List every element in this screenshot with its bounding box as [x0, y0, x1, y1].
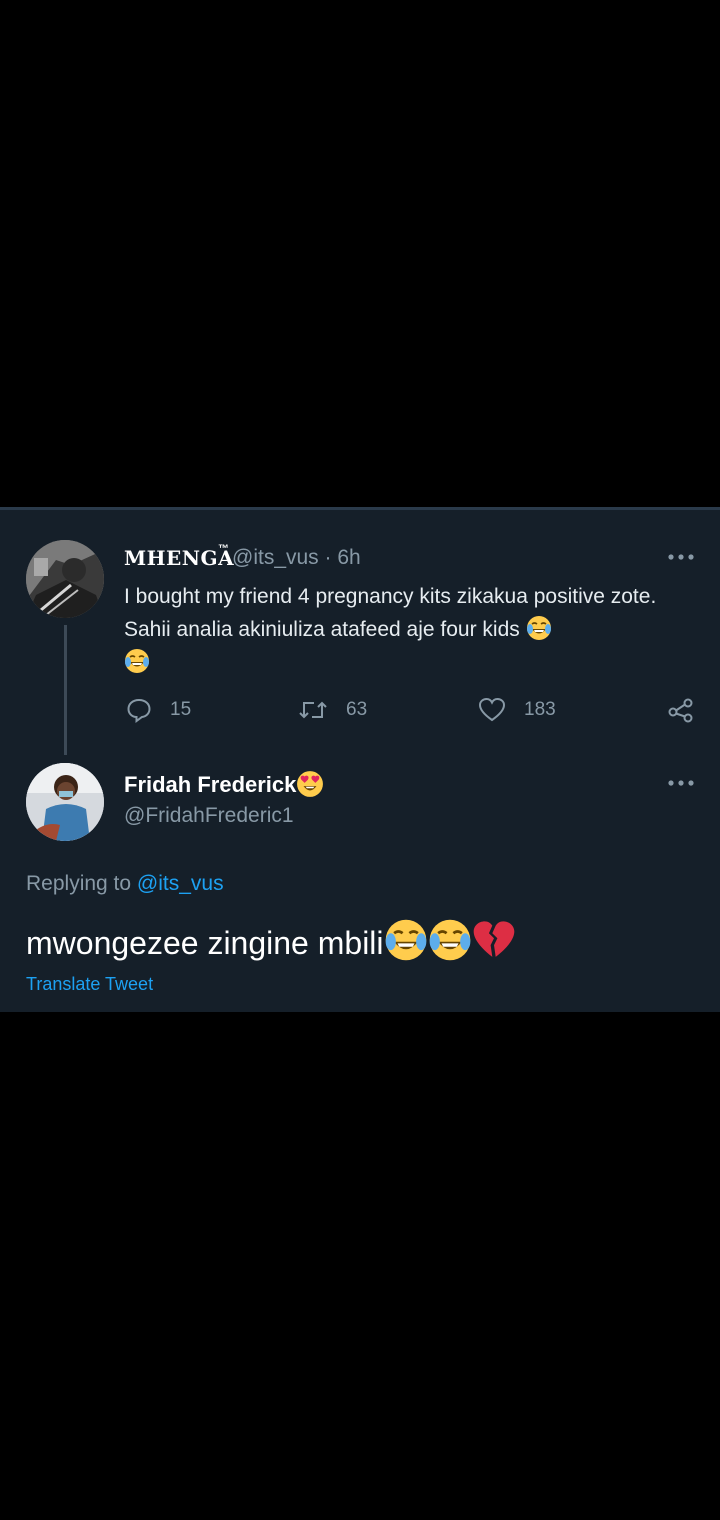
share-icon	[668, 698, 693, 723]
reply-handle[interactable]: @FridahFrederic1	[124, 804, 294, 828]
broken-heart-emoji-icon	[473, 921, 514, 957]
avatar-mhenga[interactable]	[26, 540, 104, 618]
replying-to-link[interactable]: @its_vus	[137, 872, 224, 895]
replying-to-line: Replying to @its_vus	[26, 872, 224, 896]
like-count: 183	[524, 699, 556, 720]
trademark-symbol: ™	[218, 543, 229, 555]
screenshot: MHENGA ™ @its_vus · 6h I bought my frien…	[0, 0, 720, 1520]
tweet-text: I bought my friend 4 pregnancy kits zika…	[124, 580, 694, 679]
reply-count: 15	[170, 699, 192, 720]
tears-of-joy-emoji-icon	[526, 616, 551, 640]
retweet-count: 63	[346, 699, 368, 720]
reply-icon	[127, 698, 151, 723]
more-options-icon[interactable]	[668, 780, 694, 786]
heart-icon	[478, 697, 506, 722]
thread-connector-line	[64, 625, 67, 755]
reply-author-name-text: Fridah Frederick	[124, 772, 297, 797]
reply-button[interactable]: 15	[126, 697, 191, 723]
more-options-icon[interactable]	[668, 554, 694, 560]
heart-eyes-emoji-icon	[297, 771, 324, 797]
tears-of-joy-emoji-icon	[125, 649, 149, 673]
reply-author-name[interactable]: Fridah Frederick	[124, 770, 324, 798]
avatar-fridah[interactable]	[26, 763, 104, 841]
translate-tweet-link[interactable]: Translate Tweet	[26, 974, 153, 995]
tweet-thread-card: MHENGA ™ @its_vus · 6h I bought my frien…	[0, 507, 720, 1012]
reply-text-content: mwongezee zingine mbili	[26, 925, 384, 961]
tweet-handle-time[interactable]: @its_vus · 6h	[232, 546, 361, 570]
replying-to-prefix: Replying to	[26, 872, 137, 895]
tears-of-joy-emoji-icon	[429, 919, 470, 961]
reply-text: mwongezee zingine mbili	[26, 918, 516, 962]
retweet-icon	[299, 701, 327, 719]
like-button[interactable]: 183	[478, 697, 556, 723]
retweet-button[interactable]: 63	[298, 697, 367, 723]
tears-of-joy-emoji-icon	[385, 919, 426, 961]
share-button[interactable]	[668, 697, 712, 723]
tweet-text-content: I bought my friend 4 pregnancy kits zika…	[124, 585, 657, 641]
